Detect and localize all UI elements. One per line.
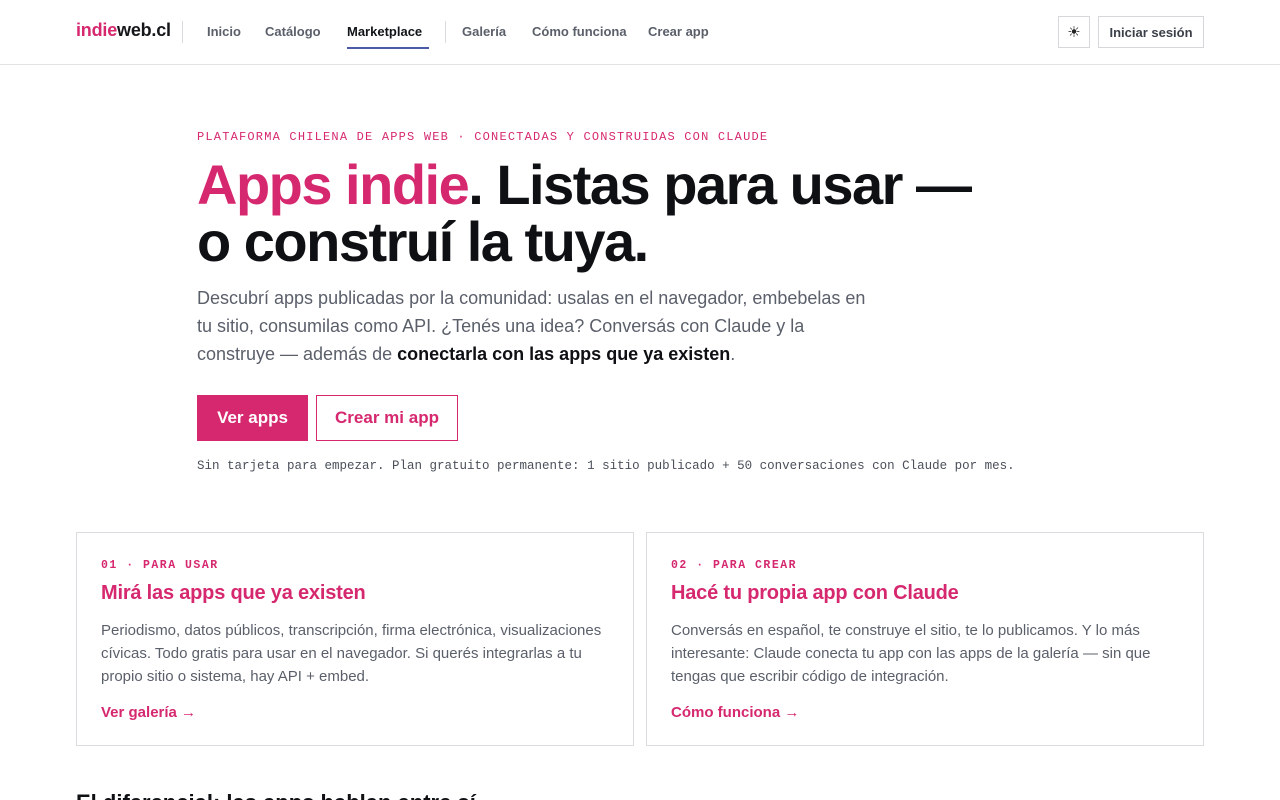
top-header: indieweb.cl Inicio Catálogo Marketplace … (0, 0, 1280, 65)
card-para-crear: 02 · PARA CREAR Hacé tu propia app con C… (646, 532, 1204, 746)
card-title: Hacé tu propia app con Claude (671, 582, 959, 604)
view-apps-button[interactable]: Ver apps (197, 395, 308, 441)
nav-marketplace[interactable]: Marketplace (347, 24, 422, 39)
logo-part-indie: indie (76, 20, 118, 40)
card-text: Periodismo, datos públicos, transcripció… (101, 622, 602, 685)
how-it-works-link[interactable]: Cómo funciona → (671, 704, 799, 721)
hero-title-line2: o construí la tuya. (197, 210, 649, 273)
card-para-usar: 01 · PARA USAR Mirá las apps que ya exis… (76, 532, 634, 746)
hero-title-rest: . Listas para usar — (468, 153, 972, 216)
nav-divider (182, 21, 183, 43)
card-eyebrow: 02 · PARA CREAR (671, 559, 798, 572)
create-app-button[interactable]: Crear mi app (316, 395, 458, 441)
nav-galeria[interactable]: Galería (462, 24, 506, 39)
nav-catalogo[interactable]: Catálogo (265, 24, 321, 39)
login-button[interactable]: Iniciar sesión (1098, 16, 1204, 48)
hero-desc-end: . (730, 344, 736, 364)
hero-eyebrow: PLATAFORMA CHILENA DE APPS WEB · CONECTA… (197, 130, 769, 144)
hero-title-highlight: Apps indie (197, 153, 470, 216)
section-heading: El diferencial: las apps hablan entre sí (76, 790, 476, 800)
card-title: Mirá las apps que ya existen (101, 582, 366, 604)
active-nav-indicator (347, 47, 429, 49)
sun-icon: ☀ (1067, 24, 1081, 41)
card-eyebrow: 01 · PARA USAR (101, 559, 219, 572)
nav-como-funciona[interactable]: Cómo funciona (532, 24, 627, 39)
card-text: Conversás en español, te construye el si… (671, 622, 1151, 685)
logo-part-web: web.cl (117, 20, 171, 40)
nav-crear-app[interactable]: Crear app (648, 24, 709, 39)
hero-title: Apps indie. Listas para usar — o constru… (197, 156, 1017, 270)
nav-divider (445, 21, 446, 43)
site-logo[interactable]: indieweb.cl (76, 20, 171, 41)
theme-toggle-button[interactable]: ☀ (1058, 16, 1090, 48)
plan-fineprint: Sin tarjeta para empezar. Plan gratuito … (197, 459, 1015, 473)
nav-inicio[interactable]: Inicio (207, 24, 241, 39)
hero-description: Descubrí apps publicadas por la comunida… (197, 284, 877, 368)
gallery-link[interactable]: Ver galería → (101, 704, 196, 721)
hero-desc-bold: conectarla con las apps que ya existen (397, 344, 731, 364)
